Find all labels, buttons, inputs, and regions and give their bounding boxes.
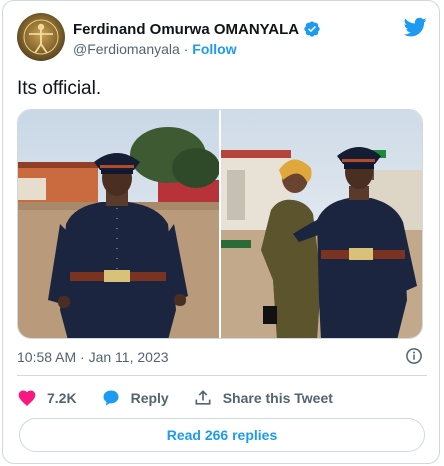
tweet-actions: 7.2K Reply Share this Tweet xyxy=(17,387,427,409)
avatar-figure-icon xyxy=(23,19,59,55)
handle-separator: · xyxy=(183,41,189,57)
info-icon[interactable] xyxy=(405,347,423,365)
avatar[interactable] xyxy=(17,13,65,61)
author-handle[interactable]: @Ferdiomanyala xyxy=(73,41,180,57)
reply-label: Reply xyxy=(130,390,169,406)
twitter-bird-icon[interactable] xyxy=(403,15,427,39)
heart-icon xyxy=(18,390,36,406)
tweet-media[interactable] xyxy=(17,109,423,339)
tweet-text: Its official. xyxy=(17,78,102,99)
reply-bubble-icon xyxy=(103,390,119,406)
like-button[interactable]: 7.2K xyxy=(17,388,77,408)
share-icon xyxy=(195,390,211,405)
photo-officer-with-woman-image xyxy=(221,110,422,338)
handle-line: @Ferdiomanyala · Follow xyxy=(73,41,237,57)
share-button[interactable]: Share this Tweet xyxy=(193,388,333,408)
tweet-meta: 10:58 AM · Jan 11, 2023 xyxy=(17,347,427,367)
name-line: Ferdinand Omurwa OMANYALA xyxy=(73,20,321,38)
reply-button[interactable]: Reply xyxy=(101,388,169,408)
tweet-card: Ferdinand Omurwa OMANYALA @Ferdiomanyala… xyxy=(2,0,440,464)
tweet-timestamp[interactable]: 10:58 AM · Jan 11, 2023 xyxy=(17,349,169,365)
like-count: 7.2K xyxy=(47,390,77,406)
author-display-name[interactable]: Ferdinand Omurwa OMANYALA xyxy=(73,21,299,38)
photo-officer-portrait-image xyxy=(18,110,219,338)
read-replies-button[interactable]: Read 266 replies xyxy=(19,418,425,452)
verified-badge-icon xyxy=(304,21,320,37)
share-label: Share this Tweet xyxy=(222,390,333,406)
photo-officer-portrait[interactable] xyxy=(18,110,219,338)
tweet-header: Ferdinand Omurwa OMANYALA @Ferdiomanyala… xyxy=(17,13,427,61)
divider xyxy=(17,375,427,376)
follow-link[interactable]: Follow xyxy=(192,41,236,57)
photo-officer-with-woman[interactable] xyxy=(221,110,422,338)
